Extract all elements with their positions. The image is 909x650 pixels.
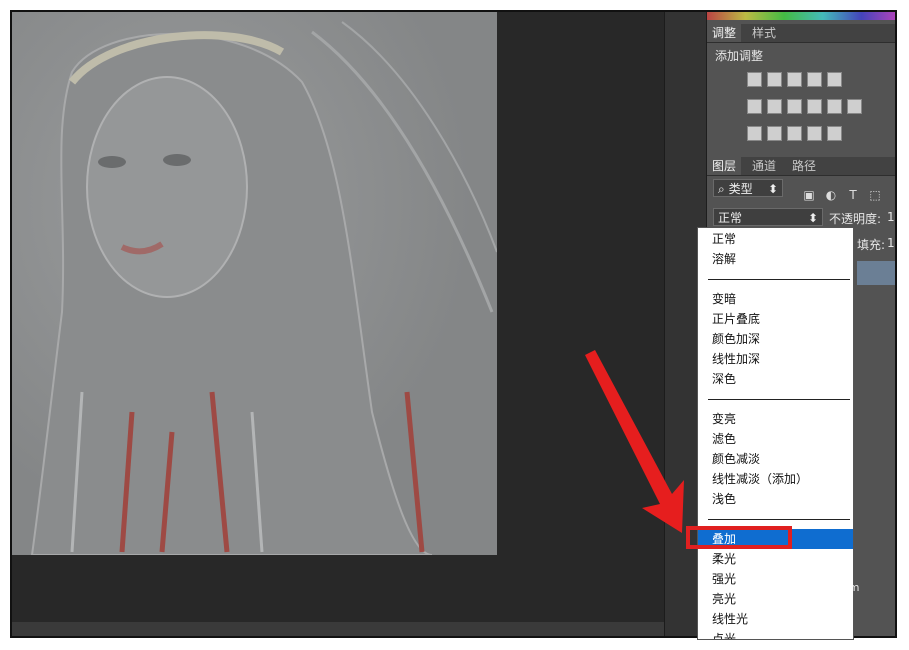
watermark-url: jingyan.baidu.com (758, 581, 860, 594)
red-arrow-annotation (585, 350, 684, 533)
